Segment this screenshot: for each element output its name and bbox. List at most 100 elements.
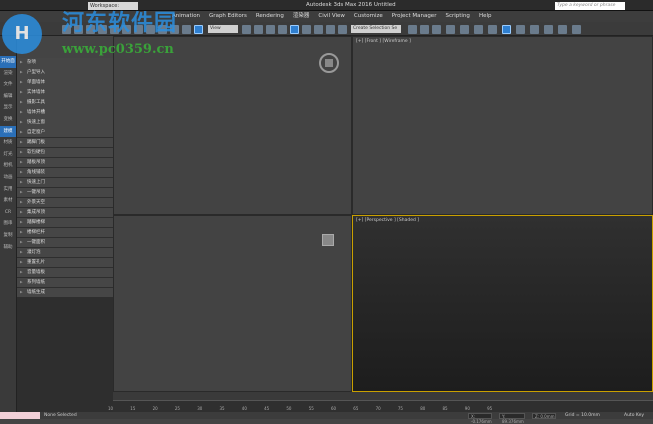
menu-item[interactable]: 渲染器 (293, 11, 310, 22)
menu-item[interactable]: Civil View (318, 11, 344, 22)
ruler-tick-label: 55 (308, 406, 314, 411)
menu-item[interactable]: Project Manager (392, 11, 437, 22)
track-bar[interactable]: 10 15 20 25 30 35 40 45 50 55 60 65 70 75 80 85 90 95 (108, 400, 653, 412)
list-item[interactable]: 音量墙板 (17, 267, 113, 278)
menu-item[interactable]: Help (479, 11, 492, 22)
list-item[interactable]: 灌灯泡 (17, 247, 113, 258)
ruler-tick-label: 95 (487, 406, 493, 411)
list-item[interactable]: 户型导入 (17, 67, 113, 78)
toolbar-button-icon[interactable] (314, 25, 323, 34)
list-item[interactable]: 单面墙体 (17, 77, 113, 88)
menu-item[interactable]: Rendering (256, 11, 284, 22)
viewcube-icon[interactable] (319, 53, 339, 73)
toolbar-button-icon[interactable] (460, 25, 469, 34)
toolbar-button-icon[interactable] (254, 25, 263, 34)
ruler-tick-label: 40 (241, 406, 247, 411)
maxscript-listener[interactable] (0, 412, 40, 419)
list-item[interactable]: 墙体开槽 (17, 107, 113, 118)
vertical-tab[interactable]: 编辑 (0, 91, 16, 103)
ruler-tick-label: 85 (442, 406, 448, 411)
list-item[interactable]: 系列墙纸 (17, 277, 113, 288)
list-item[interactable]: 杂项 (17, 58, 113, 68)
toolbar-button-icon[interactable] (474, 25, 483, 34)
list-item[interactable]: 一键面积 (17, 237, 113, 248)
toolbar-button-icon[interactable] (488, 25, 497, 34)
toolbar-button-icon[interactable] (194, 25, 203, 34)
list-item[interactable]: 外景天空 (17, 197, 113, 208)
toolbar-button-icon[interactable] (530, 25, 539, 34)
vertical-tab[interactable]: CR (0, 207, 16, 219)
list-item[interactable]: 楼梯栏杆 (17, 227, 113, 238)
toolbar-button-icon[interactable] (516, 25, 525, 34)
search-input[interactable]: Type a keyword or phrase (555, 2, 625, 10)
list-item[interactable]: 角线铺装 (17, 167, 113, 178)
list-item[interactable]: 重置孔片 (17, 257, 113, 268)
toolbar-button-icon[interactable] (572, 25, 581, 34)
vertical-tab[interactable]: 素材 (0, 195, 16, 207)
viewport-perspective[interactable]: [+] [Perspective ] [Shaded ] (352, 215, 653, 392)
vertical-tab[interactable]: 复制 (0, 230, 16, 242)
toolbar-button-icon[interactable] (446, 25, 455, 34)
viewcube-icon[interactable] (322, 234, 334, 246)
selection-set-dropdown[interactable]: Create Selection Se (351, 25, 401, 33)
menu-item[interactable]: Graph Editors (209, 11, 247, 22)
reference-coord-dropdown[interactable]: View (208, 25, 238, 33)
toolbar-button-icon[interactable] (290, 25, 299, 34)
vertical-tab[interactable]: 建模 (0, 125, 16, 138)
list-item[interactable]: 自定窗户 (17, 127, 113, 138)
ruler-tick-label: 45 (264, 406, 270, 411)
vertical-tab[interactable]: 材质 (0, 137, 16, 149)
menu-item[interactable]: Customize (354, 11, 383, 22)
auto-key-button[interactable]: Auto Key (624, 412, 644, 419)
list-item[interactable]: 踏脚楼梯 (17, 217, 113, 228)
vertical-tab[interactable]: 显示 (0, 102, 16, 114)
ruler-tick-label: 90 (464, 406, 470, 411)
list-item[interactable]: 实体墙体 (17, 87, 113, 98)
x-coordinate-field[interactable]: X: -0.176mm (468, 413, 492, 424)
list-item[interactable]: 软包硬包 (17, 147, 113, 158)
vertical-tab[interactable]: 实用 (0, 184, 16, 196)
toolbar-button-icon[interactable] (420, 25, 429, 34)
vertical-tab[interactable]: 渲染 (0, 68, 16, 80)
list-item[interactable]: 墙纸生成 (17, 287, 113, 298)
watermark-logo: H (2, 14, 42, 54)
vertical-tab[interactable]: 变换 (0, 114, 16, 126)
vertical-tab[interactable]: 辅助 (0, 242, 16, 254)
viewport-top[interactable] (113, 36, 352, 215)
vertical-tab[interactable]: 相机 (0, 160, 16, 172)
viewport-label[interactable]: [+] [Front ] [Wireframe ] (356, 39, 411, 44)
toolbar-button-icon[interactable] (278, 25, 287, 34)
time-slider[interactable] (113, 392, 653, 400)
vertical-tab[interactable]: 文件 (0, 79, 16, 91)
status-bar: None Selected X: -0.176mm Y: 89.376mm Z:… (0, 412, 653, 424)
viewport-front[interactable]: [+] [Front ] [Wireframe ] (352, 36, 653, 215)
toolbar-button-icon[interactable] (266, 25, 275, 34)
list-item[interactable]: 快速上门 (17, 177, 113, 188)
toolbar-button-icon[interactable] (544, 25, 553, 34)
viewport-label[interactable]: [+] [Perspective ] [Shaded ] (356, 218, 419, 223)
vertical-tab[interactable]: 动画 (0, 172, 16, 184)
vertical-tab[interactable]: 开始面 (0, 56, 16, 68)
list-item[interactable]: 踏板吊顶 (17, 157, 113, 168)
list-item[interactable]: 集成吊顶 (17, 207, 113, 218)
toolbar-button-icon[interactable] (338, 25, 347, 34)
vertical-tab[interactable]: 灯光 (0, 149, 16, 161)
viewport-left[interactable] (113, 215, 352, 392)
menu-item[interactable]: Scripting (445, 11, 469, 22)
list-item[interactable]: 一键吊顶 (17, 187, 113, 198)
toolbar-button-icon[interactable] (432, 25, 441, 34)
vertical-tab[interactable]: 图串 (0, 218, 16, 230)
toolbar-button-icon[interactable] (182, 25, 191, 34)
toolbar-button-icon[interactable] (502, 25, 511, 34)
toolbar-button-icon[interactable] (302, 25, 311, 34)
y-coordinate-field[interactable]: Y: 89.376mm (499, 413, 525, 424)
list-item[interactable]: 快速上窗 (17, 117, 113, 128)
list-item[interactable]: 踢脚门板 (17, 137, 113, 148)
tool-list: 杂项户型导入单面墙体实体墙体摄影工具墙体开槽快速上窗自定窗户踢脚门板软包硬包踏板… (17, 58, 113, 412)
z-coordinate-field[interactable]: Z: 0.0mm (532, 413, 556, 419)
toolbar-button-icon[interactable] (326, 25, 335, 34)
toolbar-button-icon[interactable] (558, 25, 567, 34)
list-item[interactable]: 摄影工具 (17, 97, 113, 108)
toolbar-button-icon[interactable] (242, 25, 251, 34)
toolbar-button-icon[interactable] (408, 25, 417, 34)
